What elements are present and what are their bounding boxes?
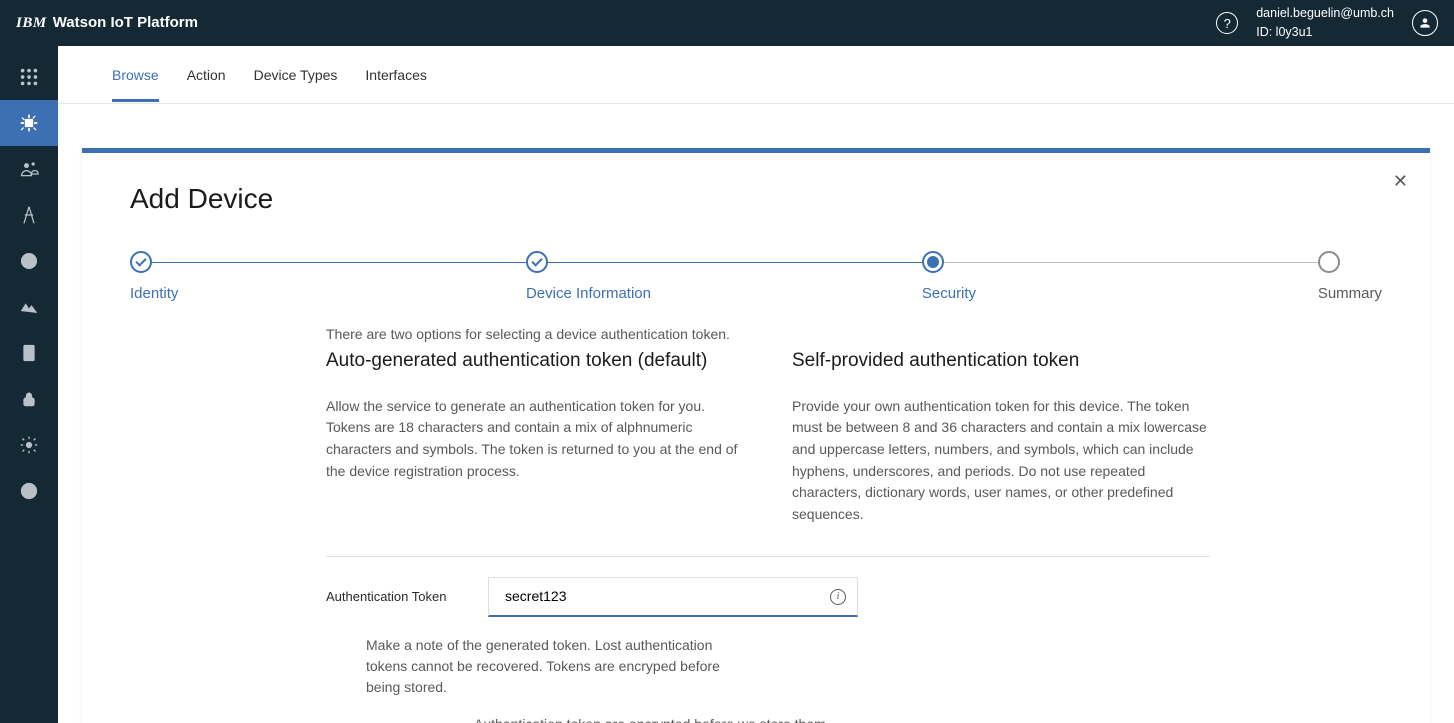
user-info: daniel.beguelin@umb.ch ID: l0y3u1: [1256, 4, 1394, 42]
header: IBM Watson IoT Platform ? daniel.begueli…: [0, 0, 1454, 46]
self-token-col: Self-provided authentication token Provi…: [792, 348, 1210, 526]
sidebar-item-devices[interactable]: [0, 100, 58, 146]
close-icon[interactable]: ✕: [1393, 171, 1408, 192]
tabs: Browse Action Device Types Interfaces: [58, 46, 1454, 104]
info-icon[interactable]: i: [830, 589, 846, 605]
self-token-body: Provide your own authentication token fo…: [792, 396, 1210, 526]
step-device-info-label: Device Information: [526, 285, 651, 302]
sidebar-item-extensions[interactable]: [0, 468, 58, 514]
encrypt-note: Authentication token are encrypted befor…: [326, 716, 1210, 723]
step-security[interactable]: Security: [922, 251, 1318, 302]
user-id: ID: l0y3u1: [1256, 23, 1394, 42]
sidebar-item-settings[interactable]: [0, 422, 58, 468]
step-identity-label: Identity: [130, 285, 178, 302]
token-note: Make a note of the generated token. Lost…: [326, 635, 736, 698]
add-device-card: ✕ Add Device Identity Device Information: [82, 148, 1430, 723]
tab-browse[interactable]: Browse: [112, 49, 159, 101]
sidebar-item-compass[interactable]: [0, 192, 58, 238]
step-summary-icon: [1318, 251, 1340, 273]
sidebar: [0, 46, 58, 723]
help-icon[interactable]: ?: [1216, 12, 1238, 34]
tab-device-types[interactable]: Device Types: [254, 49, 338, 101]
step-device-info[interactable]: Device Information: [526, 251, 922, 302]
tab-action[interactable]: Action: [187, 49, 226, 101]
auto-token-heading: Auto-generated authentication token (def…: [326, 348, 744, 374]
sidebar-item-security[interactable]: [0, 376, 58, 422]
intro-text: There are two options for selecting a de…: [326, 326, 1210, 342]
token-field-row: Authentication Token i: [326, 577, 1210, 617]
user-email: daniel.beguelin@umb.ch: [1256, 4, 1394, 23]
step-identity[interactable]: Identity: [130, 251, 526, 302]
stepper: Identity Device Information Security: [130, 251, 1382, 302]
token-field-label: Authentication Token: [326, 589, 456, 604]
main: Browse Action Device Types Interfaces ✕ …: [58, 46, 1454, 723]
sidebar-item-fingerprint[interactable]: [0, 238, 58, 284]
self-token-heading: Self-provided authentication token: [792, 348, 1210, 374]
authentication-token-input[interactable]: [488, 577, 858, 617]
security-content: There are two options for selecting a de…: [130, 326, 1210, 723]
logo-text: Watson IoT Platform: [53, 14, 198, 31]
auto-token-body: Allow the service to generate an authent…: [326, 396, 744, 483]
sidebar-item-members[interactable]: [0, 146, 58, 192]
logo-ibm: IBM: [16, 15, 47, 32]
sidebar-item-apps[interactable]: [0, 54, 58, 100]
step-security-icon: [922, 251, 944, 273]
header-right: ? daniel.beguelin@umb.ch ID: l0y3u1: [1216, 4, 1438, 42]
step-security-label: Security: [922, 285, 976, 302]
divider: [326, 556, 1210, 557]
logo[interactable]: IBM Watson IoT Platform: [16, 14, 198, 32]
tab-interfaces[interactable]: Interfaces: [365, 49, 426, 101]
step-device-info-icon: [526, 251, 548, 273]
auto-token-col: Auto-generated authentication token (def…: [326, 348, 744, 526]
step-identity-icon: [130, 251, 152, 273]
sidebar-item-usage[interactable]: [0, 284, 58, 330]
step-summary-label: Summary: [1318, 285, 1382, 302]
sidebar-item-storage[interactable]: [0, 330, 58, 376]
user-icon[interactable]: [1412, 10, 1438, 36]
step-summary[interactable]: Summary: [1318, 251, 1382, 302]
card-title: Add Device: [130, 183, 1382, 215]
